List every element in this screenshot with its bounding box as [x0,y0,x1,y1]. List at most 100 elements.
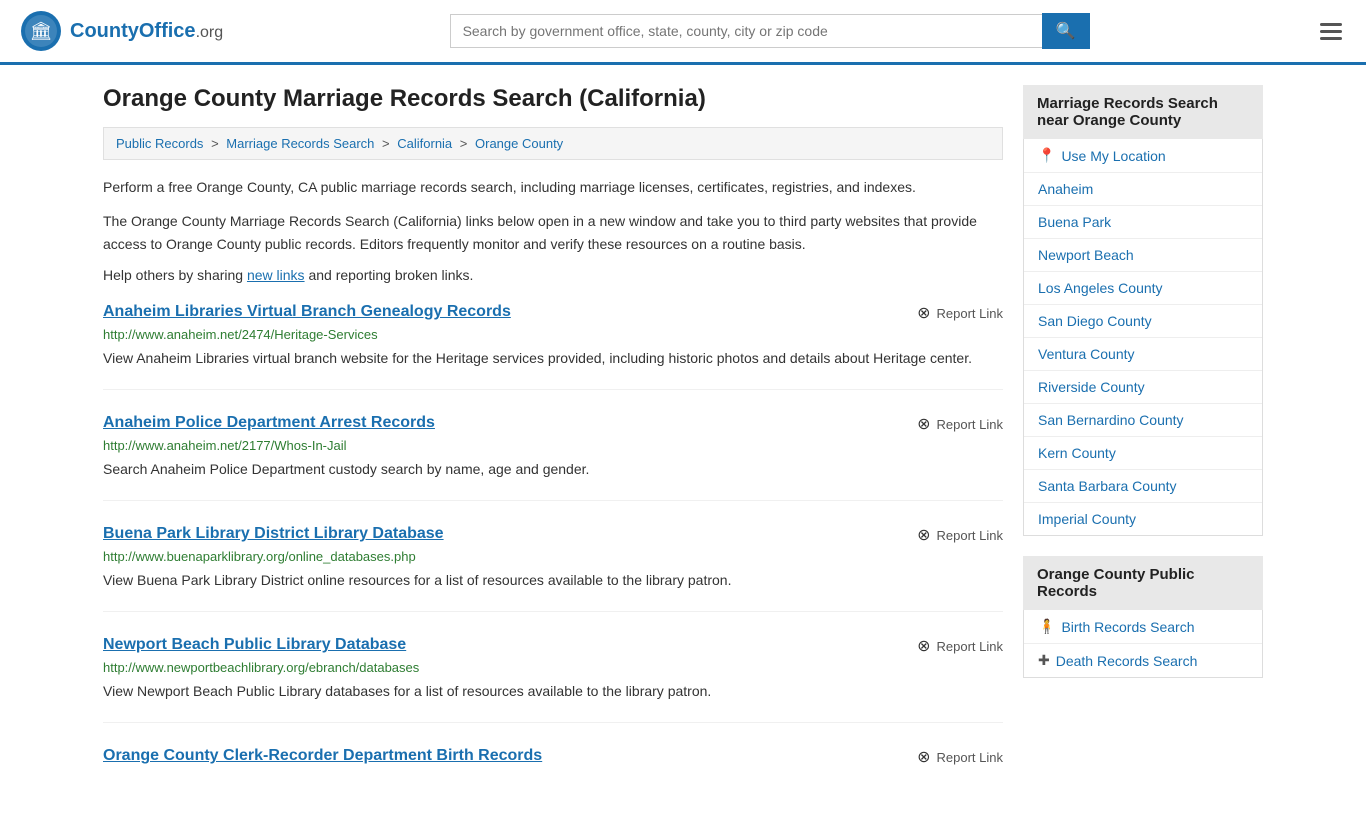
nearby-place-0: Anaheim [1024,173,1262,206]
result-url-3: http://www.newportbeachlibrary.org/ebran… [103,660,1003,675]
logo-area: 🏛 CountyOffice.org [20,10,223,52]
nearby-place-10: Imperial County [1024,503,1262,535]
result-header-2: Buena Park Library District Library Data… [103,525,1003,545]
nearby-place-1: Buena Park [1024,206,1262,239]
sidebar: Marriage Records Search near Orange Coun… [1023,85,1263,811]
nearby-place-link-0[interactable]: Anaheim [1038,181,1093,197]
result-desc-1: Search Anaheim Police Department custody… [103,459,1003,480]
report-link-1[interactable]: ⊗ Report Link [917,414,1003,434]
nearby-list: 📍 Use My Location Anaheim Buena Park New… [1023,139,1263,536]
report-icon-2: ⊗ [917,525,930,545]
report-icon-1: ⊗ [917,414,930,434]
breadcrumb-public-records[interactable]: Public Records [116,136,203,151]
logo-icon: 🏛 [20,10,62,52]
public-record-0: 🧍 Birth Records Search [1024,610,1262,644]
public-record-1: ✚ Death Records Search [1024,644,1262,677]
death-record-icon: ✚ [1038,652,1050,669]
public-records-section: Orange County Public Records 🧍 Birth Rec… [1023,556,1263,678]
nearby-place-7: San Bernardino County [1024,404,1262,437]
result-url-2: http://www.buenaparklibrary.org/online_d… [103,549,1003,564]
search-input[interactable] [450,14,1042,48]
logo-text: CountyOffice.org [70,20,223,43]
result-title-2[interactable]: Buena Park Library District Library Data… [103,525,444,543]
report-link-0[interactable]: ⊗ Report Link [917,303,1003,323]
result-title-4[interactable]: Orange County Clerk-Recorder Department … [103,747,542,765]
nearby-section: Marriage Records Search near Orange Coun… [1023,85,1263,536]
nearby-place-link-9[interactable]: Santa Barbara County [1038,478,1177,494]
report-icon-0: ⊗ [917,303,930,323]
main-container: Orange County Marriage Records Search (C… [83,65,1283,831]
result-desc-2: View Buena Park Library District online … [103,570,1003,591]
nearby-place-link-6[interactable]: Riverside County [1038,379,1145,395]
public-records-header: Orange County Public Records [1023,556,1263,610]
nearby-place-5: Ventura County [1024,338,1262,371]
page-title: Orange County Marriage Records Search (C… [103,85,1003,113]
nearby-place-9: Santa Barbara County [1024,470,1262,503]
new-links-link[interactable]: new links [247,267,305,283]
report-link-2[interactable]: ⊗ Report Link [917,525,1003,545]
result-header-0: Anaheim Libraries Virtual Branch Genealo… [103,303,1003,323]
intro-paragraph-1: Perform a free Orange County, CA public … [103,176,1003,198]
nearby-place-link-7[interactable]: San Bernardino County [1038,412,1184,428]
nearby-place-link-3[interactable]: Los Angeles County [1038,280,1163,296]
nearby-place-8: Kern County [1024,437,1262,470]
location-pin-icon: 📍 [1038,147,1055,164]
svg-text:🏛: 🏛 [30,21,53,41]
use-my-location-item[interactable]: 📍 Use My Location [1024,139,1262,173]
breadcrumb-marriage-records[interactable]: Marriage Records Search [226,136,374,151]
nearby-place-link-10[interactable]: Imperial County [1038,511,1136,527]
breadcrumb-sep-1: > [211,136,222,151]
result-desc-0: View Anaheim Libraries virtual branch we… [103,348,1003,369]
nearby-place-link-8[interactable]: Kern County [1038,445,1116,461]
report-link-4[interactable]: ⊗ Report Link [917,747,1003,767]
intro-paragraph-2: The Orange County Marriage Records Searc… [103,210,1003,255]
result-item-4: Orange County Clerk-Recorder Department … [103,747,1003,787]
search-icon: 🔍 [1056,23,1076,40]
death-records-link[interactable]: Death Records Search [1056,653,1198,669]
content-area: Orange County Marriage Records Search (C… [103,85,1003,811]
header: 🏛 CountyOffice.org 🔍 [0,0,1366,65]
nearby-place-2: Newport Beach [1024,239,1262,272]
result-header-1: Anaheim Police Department Arrest Records… [103,414,1003,434]
breadcrumb-sep-3: > [460,136,471,151]
result-title-3[interactable]: Newport Beach Public Library Database [103,636,406,654]
breadcrumb-sep-2: > [382,136,393,151]
result-url-0: http://www.anaheim.net/2474/Heritage-Ser… [103,327,1003,342]
nearby-place-link-2[interactable]: Newport Beach [1038,247,1134,263]
nearby-header: Marriage Records Search near Orange Coun… [1023,85,1263,139]
result-item-2: Buena Park Library District Library Data… [103,525,1003,612]
share-text-after: and reporting broken links. [305,267,474,283]
result-title-0[interactable]: Anaheim Libraries Virtual Branch Genealo… [103,303,511,321]
menu-bar-1 [1320,23,1342,26]
result-title-1[interactable]: Anaheim Police Department Arrest Records [103,414,435,432]
nearby-place-3: Los Angeles County [1024,272,1262,305]
menu-bar-3 [1320,37,1342,40]
nearby-place-link-4[interactable]: San Diego County [1038,313,1152,329]
report-icon-3: ⊗ [917,636,930,656]
search-button[interactable]: 🔍 [1042,13,1090,49]
birth-records-link[interactable]: Birth Records Search [1061,619,1194,635]
share-text: Help others by sharing new links and rep… [103,267,1003,283]
result-header-4: Orange County Clerk-Recorder Department … [103,747,1003,767]
nearby-place-4: San Diego County [1024,305,1262,338]
search-area: 🔍 [450,13,1090,49]
share-text-before: Help others by sharing [103,267,247,283]
public-records-list: 🧍 Birth Records Search ✚ Death Records S… [1023,610,1263,678]
result-item-1: Anaheim Police Department Arrest Records… [103,414,1003,501]
breadcrumb-orange-county[interactable]: Orange County [475,136,563,151]
result-item-3: Newport Beach Public Library Database ⊗ … [103,636,1003,723]
breadcrumb: Public Records > Marriage Records Search… [103,127,1003,160]
result-item-0: Anaheim Libraries Virtual Branch Genealo… [103,303,1003,390]
report-link-3[interactable]: ⊗ Report Link [917,636,1003,656]
breadcrumb-california[interactable]: California [397,136,452,151]
report-icon-4: ⊗ [917,747,930,767]
use-my-location-link[interactable]: Use My Location [1061,148,1165,164]
birth-record-icon: 🧍 [1038,618,1055,635]
nearby-place-link-1[interactable]: Buena Park [1038,214,1111,230]
nearby-place-6: Riverside County [1024,371,1262,404]
result-url-1: http://www.anaheim.net/2177/Whos-In-Jail [103,438,1003,453]
menu-button[interactable] [1316,19,1346,44]
menu-bar-2 [1320,30,1342,33]
result-desc-3: View Newport Beach Public Library databa… [103,681,1003,702]
nearby-place-link-5[interactable]: Ventura County [1038,346,1135,362]
